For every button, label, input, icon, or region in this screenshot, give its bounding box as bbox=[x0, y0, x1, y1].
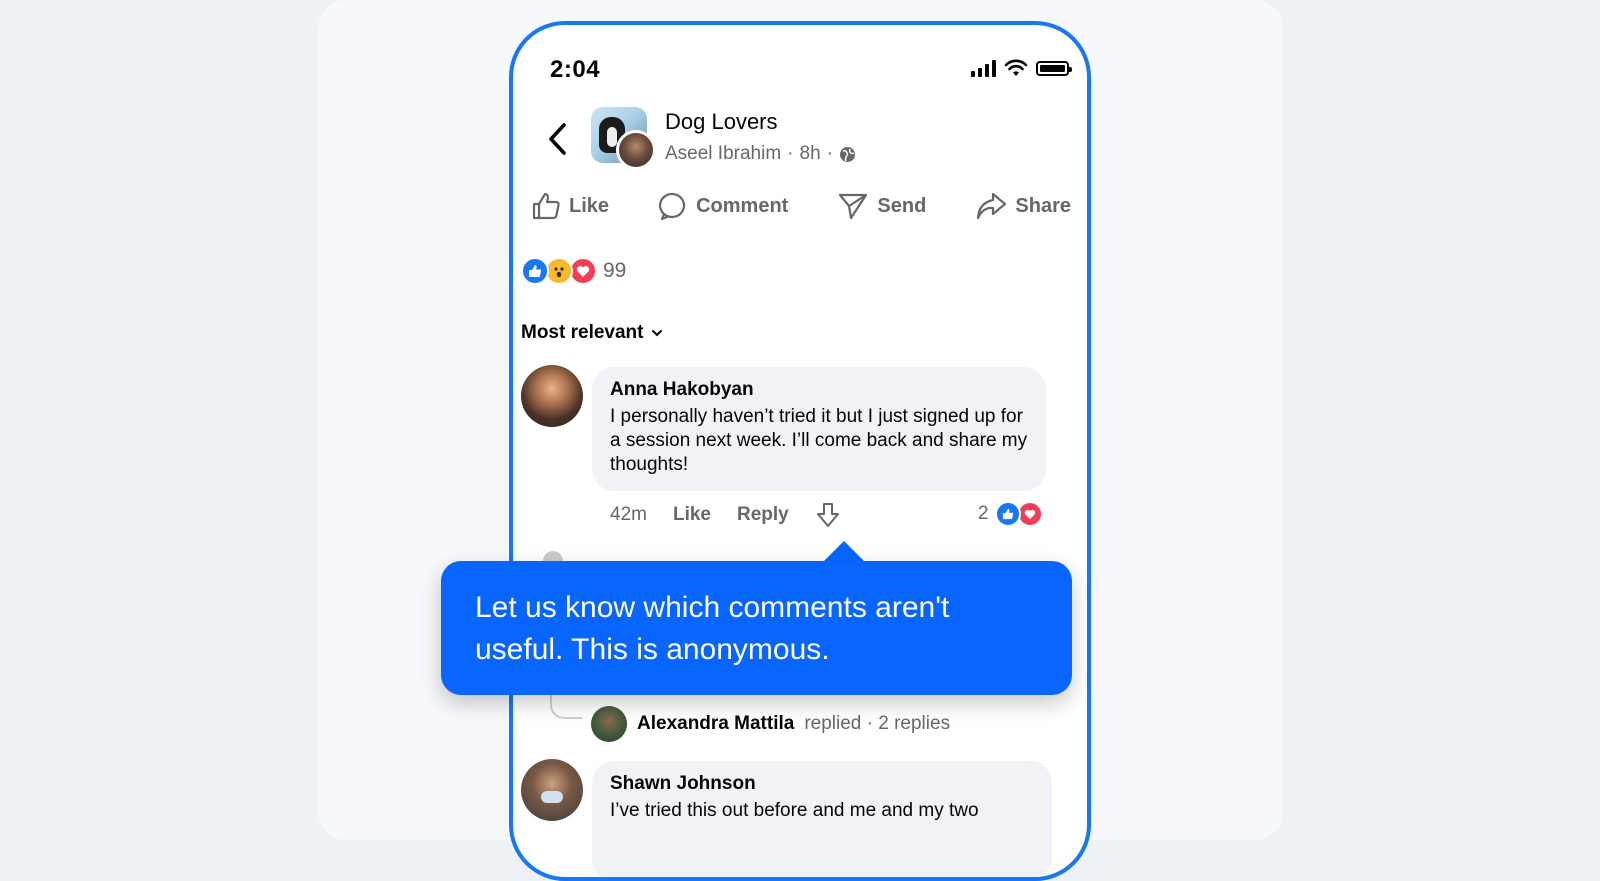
share-label: Share bbox=[1015, 194, 1071, 217]
sort-label: Most relevant bbox=[521, 322, 644, 343]
back-button[interactable] bbox=[537, 119, 577, 159]
downvote-icon[interactable] bbox=[815, 501, 841, 529]
comment-bubble: Anna Hakobyan I personally haven’t tried… bbox=[592, 367, 1046, 491]
comment-reaction-count: 2 bbox=[978, 503, 989, 524]
tooltip-arrow bbox=[824, 541, 864, 561]
avatar[interactable] bbox=[521, 365, 583, 427]
sort-dropdown[interactable]: Most relevant bbox=[521, 322, 663, 344]
love-reaction-icon bbox=[569, 257, 597, 285]
feedback-tooltip[interactable]: Let us know which comments aren't useful… bbox=[441, 561, 1072, 695]
replier-name: Alexandra Mattila bbox=[637, 713, 795, 734]
meta-separator: · bbox=[787, 143, 794, 164]
comment-button[interactable]: Comment bbox=[658, 191, 788, 221]
reaction-count: 99 bbox=[603, 259, 627, 282]
phone-frame: 2:04 Dog Lovers Aseel Ibrahim · 8h · Lik… bbox=[509, 21, 1091, 881]
post-meta: Aseel Ibrahim · 8h · bbox=[665, 143, 856, 165]
author-avatar[interactable] bbox=[616, 130, 656, 170]
comment-actions: 42m Like Reply bbox=[610, 501, 841, 529]
reply-summary[interactable]: Alexandra Mattila replied · 2 replies bbox=[591, 706, 950, 742]
status-icons bbox=[971, 59, 1072, 77]
share-button[interactable]: Share bbox=[975, 191, 1071, 221]
like-reaction-icon bbox=[994, 501, 1021, 527]
status-time: 2:04 bbox=[550, 56, 601, 83]
reply-count: replied · 2 replies bbox=[804, 713, 951, 734]
share-icon bbox=[977, 192, 1007, 220]
avatar[interactable] bbox=[521, 759, 583, 821]
globe-icon bbox=[839, 146, 855, 162]
chevron-left-icon bbox=[549, 123, 566, 155]
like-button[interactable]: Like bbox=[531, 191, 609, 221]
chevron-down-icon bbox=[652, 330, 663, 337]
like-reaction-icon bbox=[521, 257, 549, 285]
thumbs-up-icon bbox=[532, 192, 560, 220]
comment-reactions[interactable]: 2 bbox=[978, 501, 1043, 527]
wifi-icon bbox=[1004, 59, 1028, 76]
send-icon bbox=[839, 193, 868, 220]
meta-separator: · bbox=[826, 143, 833, 164]
avatar[interactable] bbox=[591, 706, 627, 742]
post-time[interactable]: 8h bbox=[800, 143, 821, 165]
like-label: Like bbox=[569, 194, 610, 217]
comment-like-button[interactable]: Like bbox=[673, 504, 711, 526]
battery-icon bbox=[1036, 60, 1072, 76]
wow-reaction-icon bbox=[545, 257, 573, 285]
send-button[interactable]: Send bbox=[837, 191, 926, 221]
comment-bubble: Shawn Johnson I’ve tried this out before… bbox=[592, 761, 1052, 877]
comment-time: 42m bbox=[610, 504, 647, 525]
commenter-name[interactable]: Shawn Johnson bbox=[610, 773, 1034, 795]
comment-text: I personally haven’t tried it but I just… bbox=[610, 406, 1028, 475]
comment-text: I’ve tried this out before and me and my… bbox=[610, 800, 979, 821]
group-name[interactable]: Dog Lovers bbox=[665, 109, 778, 135]
comment-icon bbox=[659, 192, 686, 221]
comment-reply-button[interactable]: Reply bbox=[737, 504, 789, 526]
post-actions: Like Comment Send Share bbox=[531, 191, 1071, 221]
send-label: Send bbox=[877, 194, 927, 217]
comment-label: Comment bbox=[696, 194, 789, 217]
cellular-signal-icon bbox=[971, 59, 996, 77]
author-name[interactable]: Aseel Ibrahim bbox=[665, 143, 781, 165]
commenter-name[interactable]: Anna Hakobyan bbox=[610, 379, 1028, 401]
reactions-summary[interactable]: 99 bbox=[521, 257, 626, 285]
